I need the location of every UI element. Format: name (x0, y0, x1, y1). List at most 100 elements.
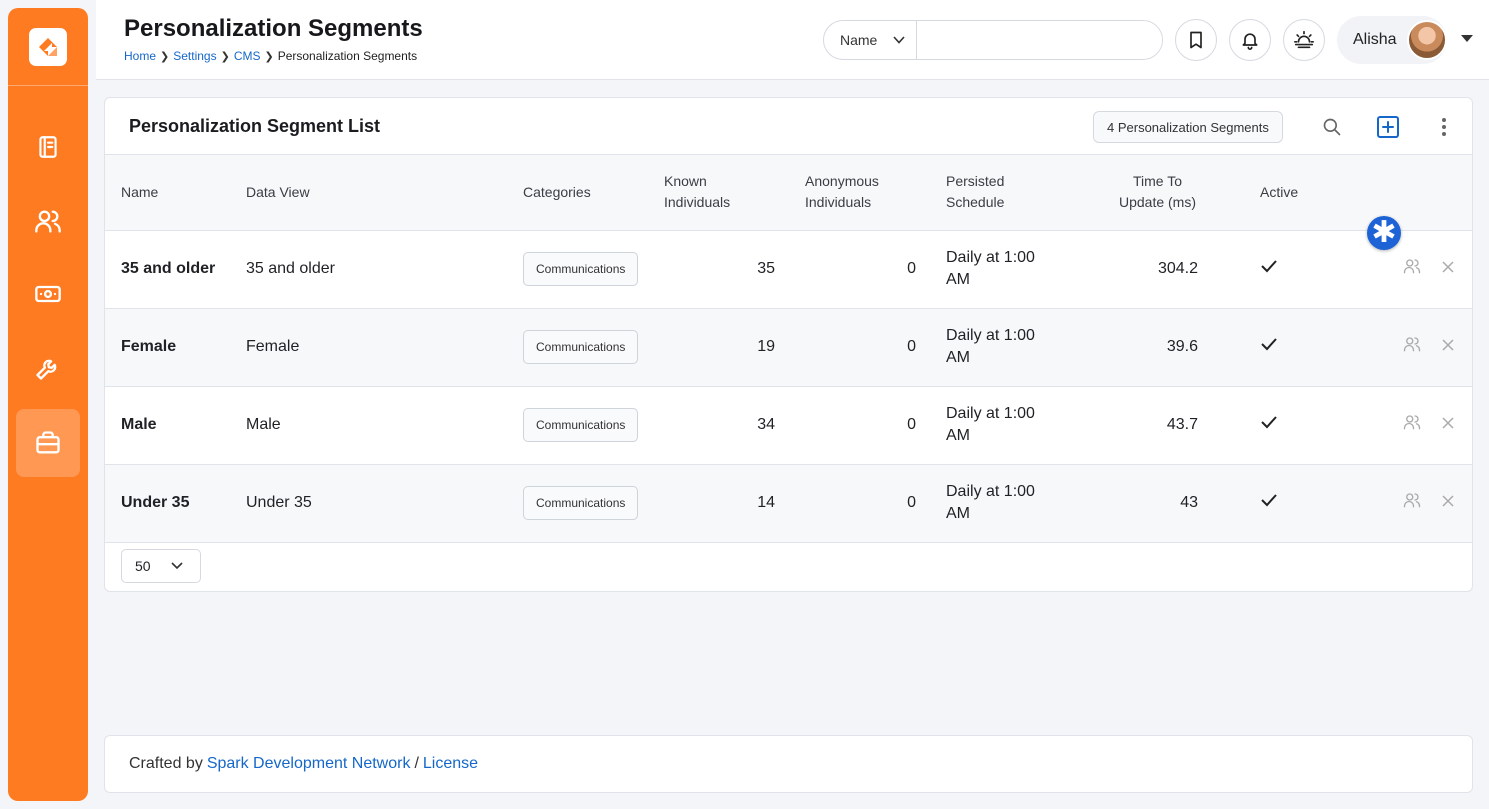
chevron-right-icon: ❯ (160, 50, 170, 63)
segment-count-badge: 4 Personalization Segments (1093, 111, 1283, 143)
table-row[interactable]: 35 and older 35 and older Communications… (105, 230, 1472, 309)
breadcrumb-cms[interactable]: CMS (234, 49, 261, 63)
cell-data-view: Female (246, 308, 523, 387)
cell-data-view: 35 and older (246, 230, 523, 309)
search-type-dropdown[interactable]: Name (824, 21, 917, 59)
search-button[interactable] (1317, 112, 1347, 142)
close-icon[interactable] (1441, 339, 1454, 351)
cell-active (1228, 386, 1369, 465)
category-badge: Communications (523, 408, 639, 442)
chevron-right-icon: ❯ (220, 50, 230, 63)
table-header-row: Name Data View Categories Known Individua… (105, 155, 1472, 231)
money-icon (35, 285, 61, 303)
col-header-anonymous[interactable]: Anonymous Individuals (805, 155, 946, 231)
add-segment-button[interactable] (1373, 112, 1403, 142)
cell-action-delete (1421, 386, 1472, 465)
wrench-icon (36, 359, 57, 380)
table-row[interactable]: Female Female Communications 19 0 Daily … (105, 308, 1472, 387)
check-icon (1261, 338, 1277, 351)
plus-square-icon (1377, 116, 1399, 138)
schedule-line2: AM (946, 271, 970, 288)
cell-time: 43 (1087, 464, 1228, 543)
logo[interactable] (8, 8, 88, 86)
search-input[interactable] (917, 21, 1162, 59)
cell-schedule: Daily at 1:00 AM (946, 230, 1087, 309)
more-options-button[interactable] (1429, 112, 1459, 142)
chevron-down-icon (171, 562, 183, 570)
people-icon[interactable] (1403, 491, 1421, 509)
cell-anonymous: 0 (805, 230, 946, 309)
cell-name: Male (105, 386, 246, 465)
footer-prefix: Crafted by (129, 755, 203, 772)
page-size-select[interactable]: 50 (121, 549, 201, 583)
col-header-schedule[interactable]: Persisted Schedule (946, 155, 1087, 231)
sidebar-item-tools[interactable] (16, 334, 80, 402)
segment-list-card: Personalization Segment List 4 Personali… (104, 97, 1473, 592)
chevron-right-icon: ❯ (264, 50, 274, 63)
search-type-label: Name (840, 32, 878, 48)
col-header-schedule-line2: Schedule (946, 194, 1005, 211)
people-icon[interactable] (1403, 335, 1421, 353)
close-icon[interactable] (1441, 261, 1454, 273)
schedule-line2: AM (946, 349, 970, 366)
col-header-known-line2: Individuals (664, 194, 731, 211)
breadcrumb-home[interactable]: Home (124, 49, 156, 63)
col-header-categories[interactable]: Categories (523, 155, 664, 231)
kebab-menu-icon (1442, 118, 1446, 136)
breadcrumb-settings[interactable]: Settings (173, 49, 216, 63)
col-header-active[interactable]: Active (1228, 155, 1369, 231)
sidebar-item-people[interactable] (16, 187, 80, 255)
table-row[interactable]: Under 35 Under 35 Communications 14 0 Da… (105, 464, 1472, 543)
sidebar-item-book[interactable] (16, 113, 80, 181)
col-header-action-2 (1421, 155, 1472, 231)
caret-down-icon[interactable] (1460, 34, 1474, 44)
table-footer: 50 (105, 541, 1472, 591)
page-footer: Crafted by Spark Development Network / L… (104, 735, 1473, 793)
cell-action-segment (1369, 386, 1421, 465)
footer-license-link[interactable]: License (423, 755, 478, 773)
schedule-line1: Daily at 1:00 (946, 249, 1035, 266)
cell-action-delete (1421, 464, 1472, 543)
sidebar (8, 8, 88, 801)
cell-known: 19 (664, 308, 805, 387)
caret-down-icon (893, 36, 905, 44)
cell-action-segment (1369, 464, 1421, 543)
segments-table: Name Data View Categories Known Individua… (105, 155, 1472, 543)
cell-action-delete (1421, 308, 1472, 387)
cell-name: 35 and older (105, 230, 246, 309)
search-bar: Name (823, 20, 1163, 60)
schedule-line1: Daily at 1:00 (946, 327, 1035, 344)
category-badge: Communications (523, 330, 639, 364)
breadcrumb-current: Personalization Segments (277, 49, 418, 63)
cell-time: 39.6 (1087, 308, 1228, 387)
sidebar-item-finance[interactable] (16, 260, 80, 328)
table-row[interactable]: Male Male Communications 34 0 Daily at 1… (105, 386, 1472, 465)
close-icon[interactable] (1441, 495, 1454, 507)
people-icon (35, 210, 61, 233)
col-header-time[interactable]: Time To Update (ms) (1087, 155, 1228, 231)
cell-known: 35 (664, 230, 805, 309)
col-header-known[interactable]: Known Individuals (664, 155, 805, 231)
schedule-line1: Daily at 1:00 (946, 405, 1035, 422)
close-icon[interactable] (1441, 417, 1454, 429)
cell-anonymous: 0 (805, 308, 946, 387)
sidebar-item-admin[interactable] (16, 409, 80, 477)
user-menu[interactable]: Alisha (1337, 16, 1447, 64)
check-icon (1261, 416, 1277, 429)
check-icon (1261, 494, 1277, 507)
cell-data-view: Male (246, 386, 523, 465)
cell-active (1228, 308, 1369, 387)
footer-org-link[interactable]: Spark Development Network (207, 755, 411, 773)
cell-schedule: Daily at 1:00 AM (946, 464, 1087, 543)
bookmark-button[interactable] (1175, 19, 1217, 61)
cell-active (1228, 230, 1369, 309)
theme-toggle-button[interactable] (1283, 19, 1325, 61)
people-icon[interactable] (1403, 413, 1421, 431)
people-icon[interactable] (1403, 257, 1421, 275)
col-header-data-view[interactable]: Data View (246, 155, 523, 231)
col-header-time-line2: Update (ms) (1118, 194, 1197, 211)
asterisk-marker-icon: ✱ (1367, 216, 1401, 250)
col-header-name[interactable]: Name (105, 155, 246, 231)
notifications-button[interactable] (1229, 19, 1271, 61)
page-title: Personalization Segments (124, 15, 423, 42)
